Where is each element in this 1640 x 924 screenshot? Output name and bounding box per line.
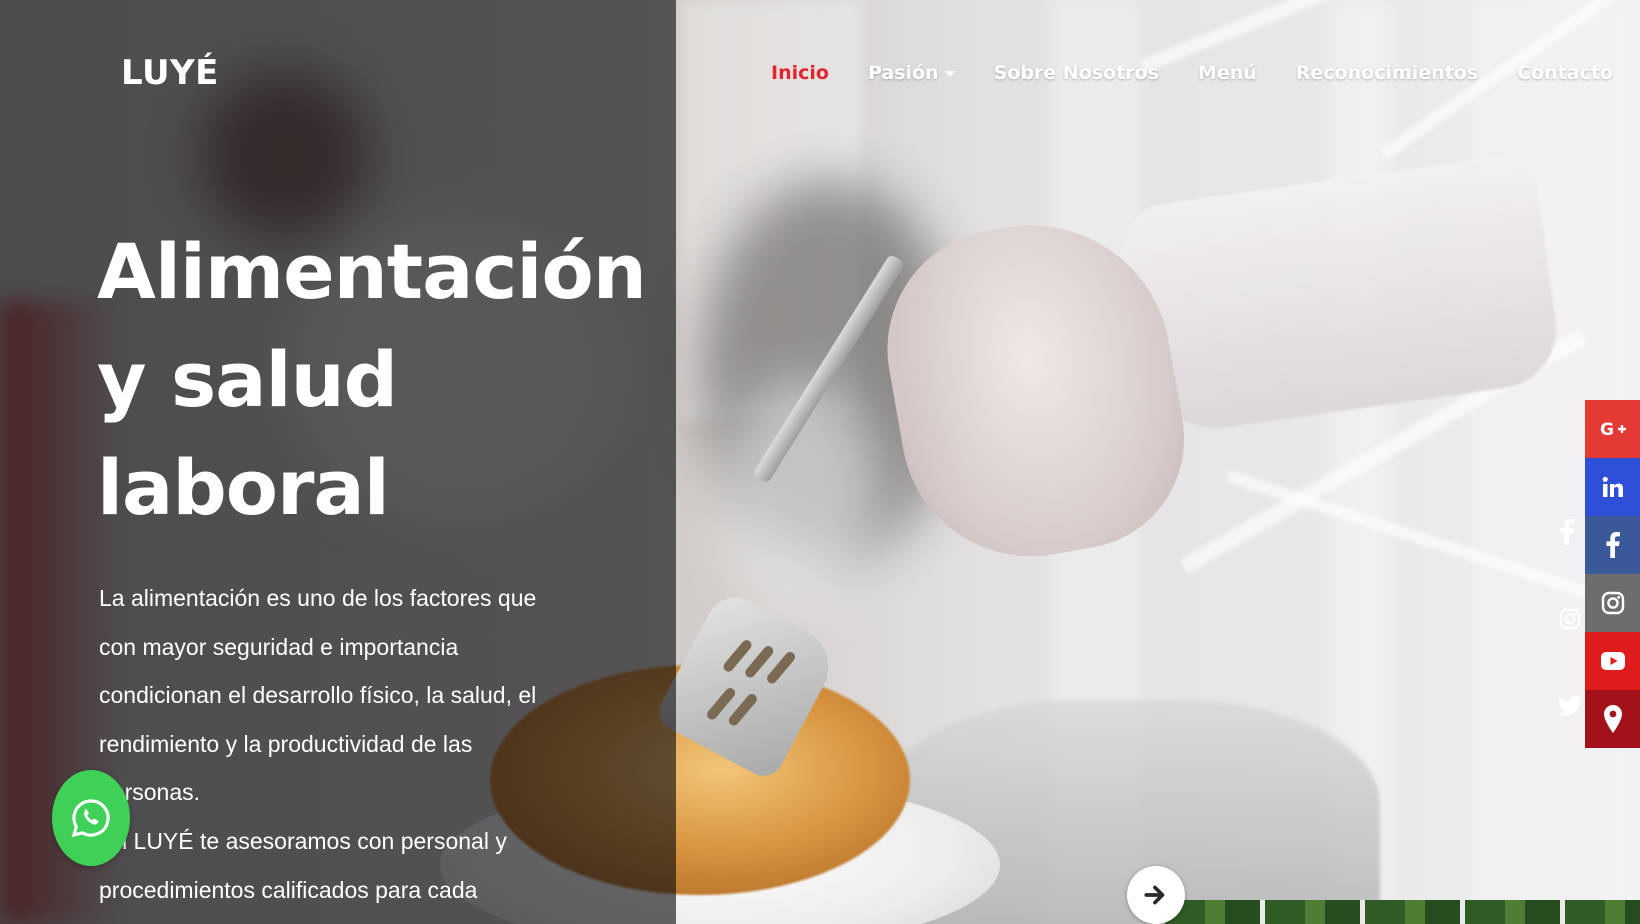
- instagram-button[interactable]: [1585, 574, 1640, 632]
- brand-logo[interactable]: LUYÉ: [121, 53, 219, 93]
- arrow-right-icon: [1144, 885, 1165, 905]
- hero-title-line: Alimentación: [97, 227, 647, 316]
- main-nav: Inicio Pasión Sobre Nosotros Menú Recono…: [771, 62, 1640, 84]
- facebook-button[interactable]: [1585, 516, 1640, 574]
- hero-paragraph: La alimentación es uno de los factores q…: [99, 585, 537, 806]
- hero-section: LUYÉ Inicio Pasión Sobre Nosotros Menú R…: [0, 0, 1640, 924]
- svg-text:G: G: [1600, 420, 1614, 440]
- linkedin-button[interactable]: [1585, 458, 1640, 516]
- social-share-bar: G: [1585, 400, 1640, 748]
- hero-title: Alimentación y salud laboral: [97, 218, 657, 542]
- nav-item-inicio[interactable]: Inicio: [771, 62, 829, 84]
- slider-next-button[interactable]: [1127, 866, 1185, 924]
- map-pin-icon: [1603, 705, 1622, 733]
- hero-title-line: y salud: [97, 335, 398, 424]
- twitter-icon[interactable]: [1556, 692, 1584, 720]
- nav-item-contacto[interactable]: Contacto: [1517, 62, 1613, 84]
- facebook-icon[interactable]: [1553, 518, 1581, 546]
- hero-paragraph: En LUYÉ te asesoramos con personal y pro…: [99, 827, 507, 903]
- location-button[interactable]: [1585, 690, 1640, 748]
- google-plus-button[interactable]: G: [1585, 400, 1640, 458]
- hero-title-line: laboral: [97, 443, 390, 532]
- nav-item-sobre-nosotros[interactable]: Sobre Nosotros: [994, 62, 1159, 84]
- instagram-icon[interactable]: [1556, 605, 1584, 633]
- youtube-icon: [1600, 652, 1625, 670]
- instagram-icon: [1601, 591, 1624, 615]
- linkedin-icon: [1602, 476, 1623, 497]
- facebook-icon: [1606, 532, 1620, 558]
- nav-item-menu[interactable]: Menú: [1198, 62, 1257, 84]
- hero-description: La alimentación es uno de los factores q…: [99, 574, 569, 924]
- nav-item-pasion[interactable]: Pasión: [868, 62, 955, 84]
- nav-item-pasion-label: Pasión: [867, 62, 939, 84]
- nav-item-reconocimientos[interactable]: Reconocimientos: [1296, 62, 1478, 84]
- whatsapp-button[interactable]: [52, 770, 130, 866]
- whatsapp-icon: [71, 799, 110, 838]
- chevron-down-icon: [944, 70, 955, 77]
- google-plus-icon: G: [1600, 420, 1626, 440]
- youtube-button[interactable]: [1585, 632, 1640, 690]
